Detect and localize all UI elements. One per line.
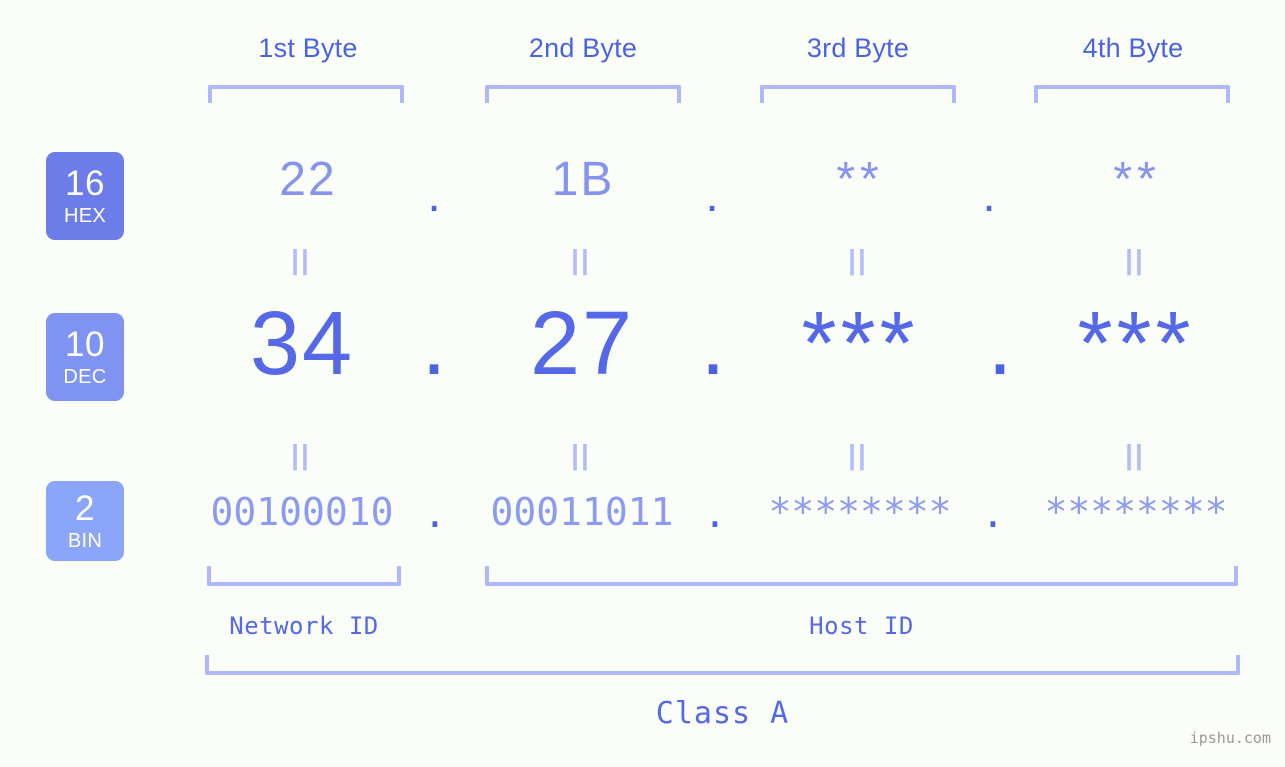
bracket-top-byte-3 (760, 85, 956, 103)
byte-label-1: 1st Byte (258, 33, 358, 63)
bin-separator-2: . (703, 492, 727, 536)
dec-byte-3-value: *** (801, 294, 919, 394)
byte-label-3: 3rd Byte (806, 33, 910, 63)
base-badge-bin-number: 2 (75, 489, 95, 528)
host-id-label: Host ID (809, 612, 914, 640)
base-badge-dec-number: 10 (65, 325, 105, 364)
equals-connector-dec-bin-3: || (848, 439, 868, 470)
base-badge-bin-abbr: BIN (67, 530, 103, 552)
bin-byte-1-value: 00100010 (210, 490, 394, 534)
site-watermark: ipshu.com (1189, 729, 1271, 747)
base-badge-dec: 10 DEC (46, 313, 124, 401)
dec-separator-2: . (700, 294, 728, 394)
hex-byte-2-value: 1B (551, 153, 615, 206)
bin-byte-2-value: 00011011 (490, 490, 674, 534)
equals-connector-dec-bin-4: || (1125, 439, 1145, 470)
base-badge-hex: 16 HEX (46, 152, 124, 240)
bin-byte-3-value: ******** (768, 490, 952, 534)
bin-separator-1: . (423, 492, 447, 536)
equals-connector-hex-dec-4: || (1125, 244, 1145, 275)
base-badge-hex-number: 16 (65, 164, 105, 203)
hex-separator-2: . (705, 169, 721, 222)
bracket-top-byte-4 (1034, 85, 1230, 103)
bracket-network-id (207, 566, 401, 586)
bracket-class (205, 655, 1240, 675)
equals-connector-hex-dec-2: || (571, 244, 591, 275)
dec-separator-1: . (421, 294, 449, 394)
equals-connector-dec-bin-1: || (291, 439, 311, 470)
equals-connector-hex-dec-1: || (291, 244, 311, 275)
ip-address-breakdown-diagram: 1st Byte 2nd Byte 3rd Byte 4th Byte 16 H… (0, 0, 1285, 767)
dec-byte-2-value: 27 (529, 294, 635, 394)
dec-byte-4-value: *** (1077, 294, 1195, 394)
hex-byte-1-value: 22 (279, 153, 337, 206)
network-id-label: Network ID (229, 612, 379, 640)
base-badge-hex-abbr: HEX (63, 205, 107, 227)
hex-separator-3: . (982, 169, 998, 222)
byte-label-4: 4th Byte (1082, 33, 1184, 63)
bin-byte-4-value: ******** (1044, 490, 1228, 534)
class-label: Class A (655, 696, 790, 731)
equals-connector-hex-dec-3: || (848, 244, 868, 275)
base-badge-bin: 2 BIN (46, 481, 124, 561)
bracket-top-byte-1 (208, 85, 404, 103)
bracket-host-id (485, 566, 1238, 586)
base-badge-dec-abbr: DEC (63, 366, 107, 388)
dec-byte-1-value: 34 (249, 294, 355, 394)
hex-separator-1: . (427, 169, 443, 222)
hex-byte-3-value: ** (836, 153, 884, 206)
bin-separator-3: . (981, 492, 1005, 536)
equals-connector-dec-bin-2: || (571, 439, 591, 470)
bracket-top-byte-2 (485, 85, 681, 103)
byte-label-2: 2nd Byte (528, 33, 638, 63)
hex-byte-4-value: ** (1113, 153, 1161, 206)
